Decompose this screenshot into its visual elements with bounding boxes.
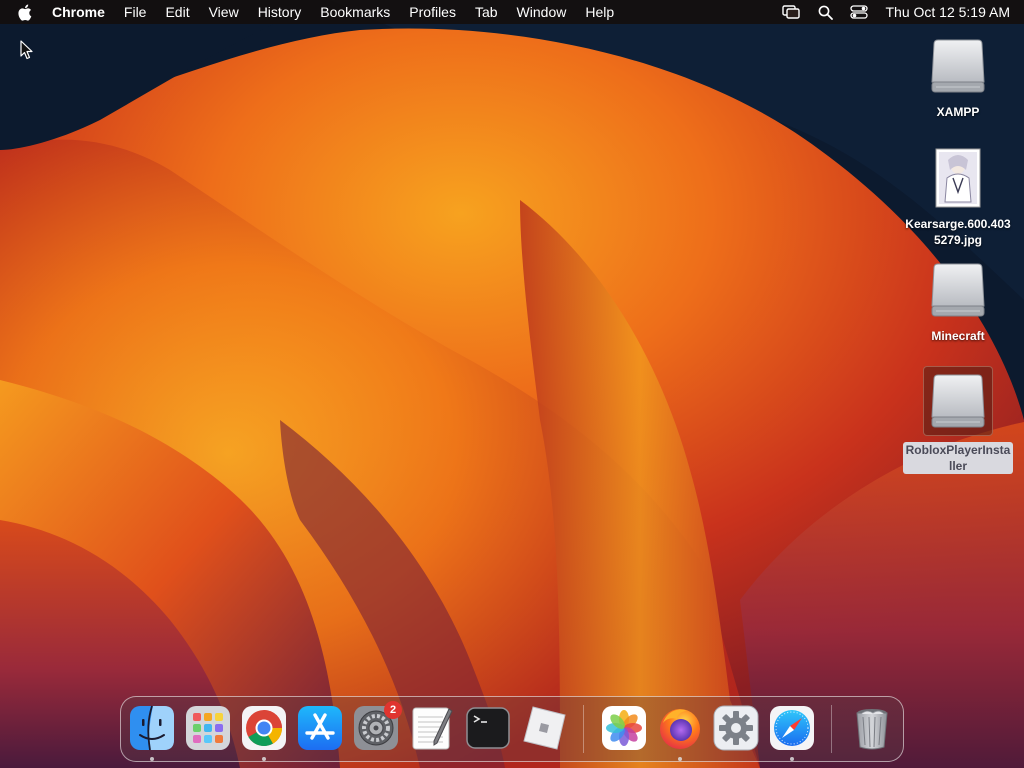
app-store-icon <box>298 706 342 750</box>
dock-launchpad[interactable] <box>185 705 231 751</box>
disk-image-icon <box>926 258 990 322</box>
dock-photos[interactable] <box>601 705 647 751</box>
menu-window[interactable]: Window <box>517 0 567 24</box>
menu-history[interactable]: History <box>258 0 302 24</box>
terminal-icon <box>466 707 510 749</box>
dock-textedit[interactable] <box>409 705 455 751</box>
menu-profiles[interactable]: Profiles <box>409 0 456 24</box>
dock: 2 <box>120 696 904 762</box>
desktop-icon-label-selected: RobloxPlayerInstaller <box>903 442 1013 474</box>
desktop-icon-kearsarge-jpg[interactable]: Kearsarge.600.4035279.jpg <box>903 146 1013 248</box>
running-indicator <box>262 757 266 761</box>
chrome-icon <box>242 706 286 750</box>
image-file-thumbnail-icon <box>926 146 990 210</box>
running-indicator <box>150 757 154 761</box>
notification-badge: 2 <box>384 701 402 719</box>
roblox-icon <box>523 706 566 750</box>
spotlight-search-icon[interactable] <box>815 3 835 21</box>
running-indicator <box>678 757 682 761</box>
menu-bar-status-area: Thu Oct 12 5:19 AM <box>767 3 1010 21</box>
dock-finder[interactable] <box>129 705 175 751</box>
desktop-icon-robloxplayerinstaller[interactable]: RobloxPlayerInstaller <box>903 366 1013 474</box>
finder-icon <box>130 705 174 751</box>
menu-edit[interactable]: Edit <box>165 0 189 24</box>
dock-firefox[interactable] <box>657 705 703 751</box>
desktop-icon-label: Minecraft <box>931 329 985 343</box>
dock-system-settings[interactable] <box>713 705 759 751</box>
desktop-icon-label: Kearsarge.600.4035279.jpg <box>905 217 1011 247</box>
dock-terminal[interactable] <box>465 705 511 751</box>
desktop-icon-minecraft[interactable]: Minecraft <box>903 258 1013 344</box>
apple-logo-icon[interactable] <box>18 3 34 21</box>
dock-roblox[interactable] <box>521 705 567 751</box>
textedit-icon <box>412 707 453 750</box>
desktop-icon-label: XAMPP <box>936 105 980 119</box>
mouse-cursor-icon <box>20 40 34 60</box>
firefox-icon <box>660 709 700 749</box>
dock-trash[interactable] <box>849 705 895 751</box>
screen-mirroring-icon[interactable] <box>781 3 801 21</box>
menu-view[interactable]: View <box>209 0 239 24</box>
disk-image-icon <box>926 34 990 98</box>
trash-icon <box>856 709 888 750</box>
desktop-icon-xampp[interactable]: XAMPP <box>903 34 1013 120</box>
dock-safari[interactable] <box>769 705 815 751</box>
menu-help[interactable]: Help <box>585 0 614 24</box>
safari-icon <box>770 706 814 750</box>
control-center-icon[interactable] <box>849 3 869 21</box>
menu-app-name[interactable]: Chrome <box>52 0 105 24</box>
running-indicator <box>790 757 794 761</box>
launchpad-icon <box>186 706 230 750</box>
dock-separator <box>831 705 832 753</box>
dock-google-chrome[interactable] <box>241 705 287 751</box>
menu-tab[interactable]: Tab <box>475 0 498 24</box>
menu-bar: Chrome File Edit View History Bookmarks … <box>0 0 1024 24</box>
menu-file[interactable]: File <box>124 0 147 24</box>
gear-icon <box>713 705 759 751</box>
menu-bookmarks[interactable]: Bookmarks <box>320 0 390 24</box>
desktop-wallpaper <box>0 0 1024 768</box>
dock-separator <box>583 705 584 753</box>
dock-app-store[interactable] <box>297 705 343 751</box>
disk-image-icon <box>923 366 993 436</box>
menu-bar-clock[interactable]: Thu Oct 12 5:19 AM <box>885 4 1010 20</box>
photos-icon <box>602 706 646 750</box>
